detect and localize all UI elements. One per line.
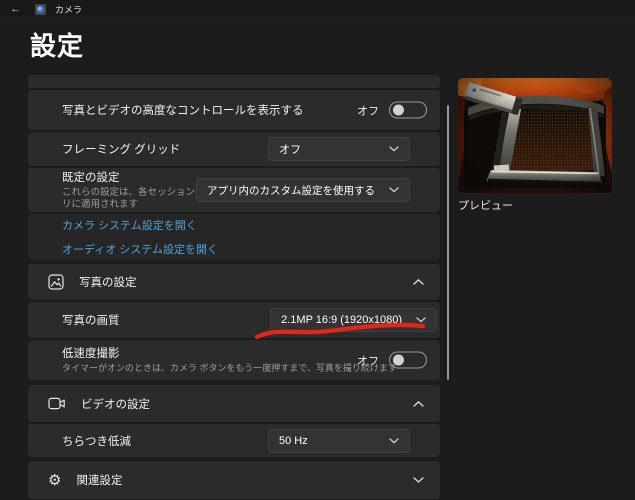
advanced-controls-state: オフ — [357, 102, 379, 118]
flicker-reduction-value: 50 Hz — [279, 435, 308, 447]
preview-label: プレビュー — [458, 197, 513, 213]
time-lapse-state: オフ — [357, 352, 379, 368]
system-links-card: カメラ システム設定を開く オーディオ システム設定を開く — [28, 214, 440, 260]
row-advanced-controls: 写真とビデオの高度なコントロールを表示する オフ — [28, 90, 440, 130]
chevron-up-icon[interactable] — [413, 400, 424, 407]
advanced-controls-toggle[interactable] — [389, 102, 427, 119]
back-button[interactable]: ← — [10, 0, 21, 18]
flicker-reduction-dropdown[interactable]: 50 Hz — [268, 429, 410, 453]
photo-settings-label: 写真の設定 — [79, 274, 137, 290]
video-camera-icon — [48, 397, 66, 410]
settings-panel: 写真とビデオの高度なコントロールを表示する オフ フレーミング グリッド オフ … — [28, 75, 440, 499]
camera-app-icon — [35, 4, 46, 15]
photo-settings-header[interactable]: 写真の設定 — [28, 264, 440, 300]
related-settings-header[interactable]: ⚙ 関連設定 — [28, 461, 440, 499]
row-framing-grid: フレーミング グリッド オフ — [28, 132, 440, 166]
open-camera-system-settings-link[interactable]: カメラ システム設定を開く — [62, 217, 440, 233]
gear-icon: ⚙ — [48, 473, 61, 488]
default-settings-dropdown[interactable]: アプリ内のカスタム設定を使用する — [196, 178, 410, 202]
app-title: カメラ — [55, 3, 82, 16]
open-audio-system-settings-link[interactable]: オーディオ システム設定を開く — [62, 241, 440, 257]
photo-quality-dropdown[interactable]: 2.1MP 16:9 (1920x1080) — [270, 308, 437, 332]
time-lapse-description: タイマーがオンのときは、カメラ ボタンをもう一度押すまで、写真を撮り続けます — [62, 363, 367, 375]
related-settings-label: 関連設定 — [76, 472, 122, 488]
toggle-knob — [393, 355, 404, 366]
row-time-lapse: 低速度撮影 タイマーがオンのときは、カメラ ボタンをもう一度押すまで、写真を撮り… — [28, 340, 440, 380]
camera-preview-image — [458, 78, 612, 193]
camera-settings-window: { "titlebar": { "app_title": "カメラ" }, "p… — [0, 0, 635, 500]
photo-icon — [48, 274, 64, 290]
titlebar: ← カメラ — [0, 0, 635, 18]
time-lapse-toggle[interactable] — [389, 352, 427, 369]
default-settings-value: アプリ内のカスタム設定を使用する — [207, 183, 375, 198]
row-photo-quality: 写真の画質 2.1MP 16:9 (1920x1080) — [28, 302, 440, 338]
chevron-down-icon[interactable] — [413, 477, 424, 484]
chevron-down-icon — [389, 146, 399, 152]
chevron-down-icon — [389, 438, 399, 444]
row-flicker-reduction: ちらつき低減 50 Hz — [28, 424, 440, 457]
toggle-knob — [393, 105, 404, 116]
clipped-row — [28, 75, 440, 88]
row-default-settings: 既定の設定 これらの設定は、各セッションの開始時にカメラ アプリに適用されます … — [28, 168, 440, 212]
vertical-scrollbar[interactable] — [447, 105, 449, 380]
chevron-down-icon — [416, 317, 426, 323]
framing-grid-dropdown[interactable]: オフ — [268, 137, 410, 161]
photo-quality-value: 2.1MP 16:9 (1920x1080) — [281, 314, 402, 326]
video-settings-label: ビデオの設定 — [81, 396, 150, 412]
chevron-down-icon — [389, 187, 399, 193]
video-settings-header[interactable]: ビデオの設定 — [28, 385, 440, 422]
page-title: 設定 — [30, 26, 84, 63]
chevron-up-icon[interactable] — [413, 279, 424, 286]
framing-grid-value: オフ — [279, 141, 301, 157]
